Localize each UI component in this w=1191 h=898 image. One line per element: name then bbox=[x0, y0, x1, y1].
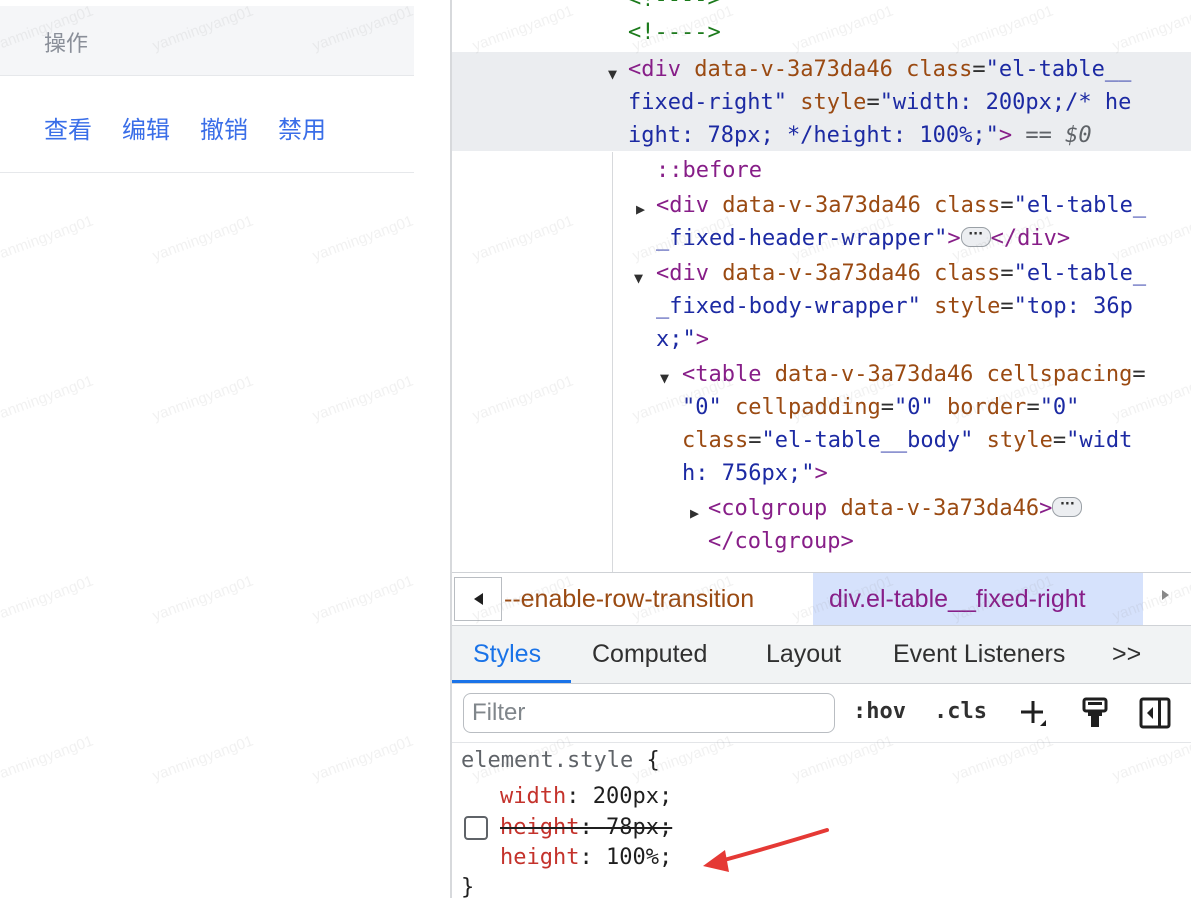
style-declaration-overridden[interactable]: height: 78px; bbox=[500, 813, 672, 843]
tree-node-table-line3: class="el-table__body" style="widt bbox=[682, 428, 1133, 453]
tree-node-table-line2: "0" cellpadding="0" border="0" bbox=[682, 395, 1080, 420]
tree-node-body-wrapper[interactable]: <div data-v-3a73da46 class="el-table_ bbox=[656, 257, 1146, 290]
devtools-panel: <!----> <!----> ▼ <div data-v-3a73da46 c… bbox=[452, 0, 1191, 898]
paintbrush-icon[interactable] bbox=[1080, 697, 1110, 729]
ellipsis-badge[interactable]: ··· bbox=[1052, 497, 1083, 517]
scroll-right-icon[interactable] bbox=[1162, 590, 1169, 600]
cls-button[interactable]: .cls bbox=[934, 699, 987, 724]
style-declaration[interactable]: width: 200px; bbox=[500, 782, 672, 812]
ellipsis-badge[interactable]: ··· bbox=[960, 227, 991, 247]
table-header-cell: 操作 bbox=[0, 6, 414, 76]
elements-tree: <!----> <!----> ▼ <div data-v-3a73da46 c… bbox=[452, 0, 1191, 572]
tree-node-header-wrapper[interactable]: <div data-v-3a73da46 class="el-table_ bbox=[656, 189, 1146, 222]
header-label: 操作 bbox=[44, 31, 89, 56]
more-tabs-chevron-icon[interactable]: >> bbox=[1112, 640, 1141, 669]
tree-node-body-wrapper-line3: x;"> bbox=[656, 327, 709, 352]
collapse-triangle-icon[interactable]: ▼ bbox=[634, 262, 643, 295]
sidebar-tabs: Styles Computed Layout Event Listeners >… bbox=[452, 626, 1191, 684]
tree-node-table-line4: h: 756px;"> bbox=[682, 461, 828, 486]
breadcrumb: --enable-row-transition div.el-table__fi… bbox=[452, 572, 1191, 626]
breadcrumb-item-label: div.el-table__fixed-right bbox=[829, 585, 1086, 613]
annotation-arrow-icon bbox=[703, 828, 829, 872]
hov-button[interactable]: :hov bbox=[853, 699, 906, 724]
active-tab-indicator bbox=[452, 680, 571, 683]
expand-triangle-icon[interactable]: ▶ bbox=[690, 497, 699, 530]
edit-link[interactable]: 编辑 bbox=[122, 110, 170, 145]
tree-node-header-wrapper-line2: _fixed-header-wrapper"> ··· </div> bbox=[656, 226, 1071, 251]
filter-input[interactable] bbox=[463, 693, 835, 733]
left-page: 操作 查看 编辑 撤销 禁用 bbox=[0, 0, 414, 898]
disable-link[interactable]: 禁用 bbox=[278, 110, 326, 145]
scroll-left-button[interactable] bbox=[454, 577, 502, 621]
collapse-triangle-icon[interactable]: ▼ bbox=[660, 362, 669, 395]
tab-styles[interactable]: Styles bbox=[473, 640, 541, 669]
breadcrumb-item-selected[interactable]: div.el-table__fixed-right bbox=[813, 573, 1143, 625]
tab-computed[interactable]: Computed bbox=[592, 640, 707, 669]
indent-guide bbox=[612, 152, 613, 572]
style-rule-close-brace: } bbox=[461, 875, 475, 898]
tab-layout[interactable]: Layout bbox=[766, 640, 841, 669]
tree-pseudo-before[interactable]: ::before bbox=[656, 154, 762, 187]
new-style-rule-icon[interactable] bbox=[1019, 699, 1047, 727]
tree-node-table[interactable]: <table data-v-3a73da46 cellspacing= bbox=[682, 358, 1146, 391]
tree-node-fixed-right-line3: ight: 78px; */height: 100%;"> == $0 bbox=[628, 123, 1092, 148]
style-declaration[interactable]: height: 100%; bbox=[500, 843, 672, 873]
toggle-sidebar-icon[interactable] bbox=[1139, 697, 1171, 729]
declaration-checkbox[interactable] bbox=[464, 816, 488, 840]
view-link[interactable]: 查看 bbox=[44, 110, 92, 145]
tree-node-body-wrapper-line2: _fixed-body-wrapper" style="top: 36p bbox=[656, 294, 1133, 319]
style-rule-selector[interactable]: element.style { bbox=[461, 746, 660, 776]
tree-comment-top: <!----> bbox=[628, 0, 721, 16]
breadcrumb-item[interactable]: --enable-row-transition bbox=[504, 585, 754, 614]
tree-node-fixed-right[interactable]: <div data-v-3a73da46 class="el-table__ bbox=[628, 53, 1131, 86]
table-row: 查看 编辑 撤销 禁用 bbox=[0, 77, 414, 173]
collapse-triangle-icon[interactable]: ▼ bbox=[608, 58, 617, 91]
revoke-link[interactable]: 撤销 bbox=[200, 110, 248, 145]
tree-node-fixed-right-line2: fixed-right" style="width: 200px;/* he bbox=[628, 90, 1132, 115]
tree-comment: <!----> bbox=[628, 20, 721, 45]
tab-event-listeners[interactable]: Event Listeners bbox=[893, 640, 1065, 669]
tree-node-colgroup-close: </colgroup> bbox=[708, 529, 854, 554]
expand-triangle-icon[interactable]: ▶ bbox=[636, 193, 645, 226]
tree-node-colgroup[interactable]: <colgroup data-v-3a73da46> ··· bbox=[708, 492, 1083, 525]
styles-toolbar: :hov .cls bbox=[452, 685, 1191, 743]
